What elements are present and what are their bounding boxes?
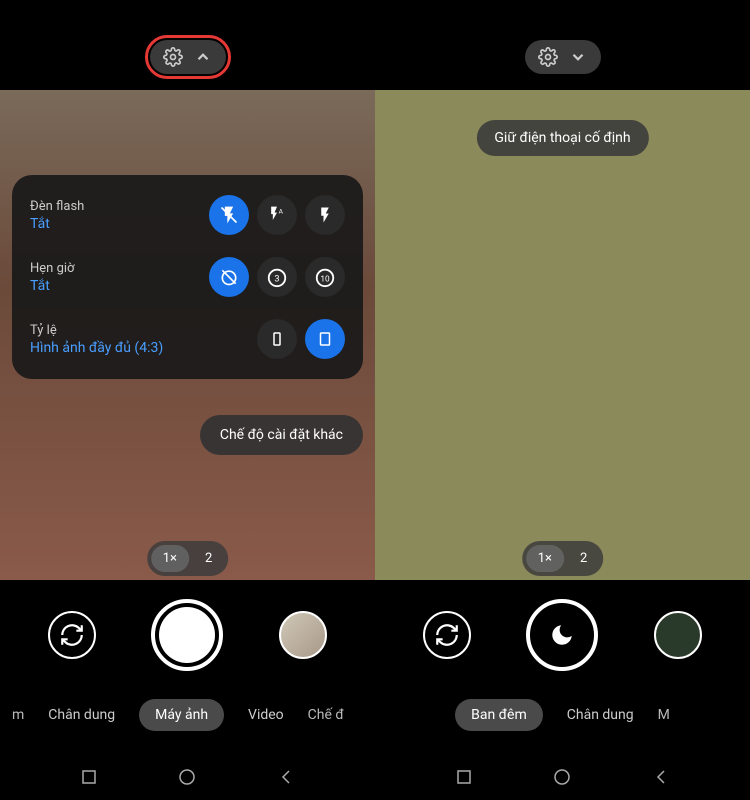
flash-on-button[interactable] [305, 195, 345, 235]
mode-selector[interactable]: Ban đêm Chân dung M [375, 690, 750, 740]
quick-settings-panel: Đèn flash Tắt A Hẹn giờ [12, 175, 363, 379]
svg-text:3: 3 [274, 275, 279, 285]
flash-off-button[interactable] [209, 195, 249, 235]
flash-setting: Đèn flash Tắt A [30, 195, 345, 235]
ratio-narrow-button[interactable] [257, 319, 297, 359]
timer-setting: Hẹn giờ Tắt 3 10 [30, 257, 345, 297]
shutter-button[interactable] [526, 599, 598, 671]
mode-camera[interactable]: Máy ảnh [139, 699, 224, 731]
flip-camera-button[interactable] [423, 611, 471, 659]
mode-partial-end[interactable]: M [658, 707, 670, 723]
gallery-thumbnail-button[interactable] [654, 611, 702, 659]
camera-viewfinder[interactable]: Đèn flash Tắt A Hẹn giờ [0, 90, 375, 580]
camera-viewfinder[interactable]: Giữ điện thoại cố định 1× 2 [375, 90, 750, 580]
flash-value: Tắt [30, 216, 209, 232]
mode-partial-end[interactable]: Chế đ [308, 707, 344, 723]
gallery-thumbnail-button[interactable] [279, 611, 327, 659]
moon-icon [549, 622, 575, 648]
recents-button[interactable] [79, 767, 99, 787]
settings-topbar[interactable] [525, 40, 601, 74]
flash-auto-button[interactable]: A [257, 195, 297, 235]
ratio-setting: Tỷ lệ Hình ảnh đầy đủ (4:3) [30, 319, 345, 359]
gear-icon [162, 46, 184, 68]
mode-portrait[interactable]: Chân dung [48, 707, 115, 723]
ratio-value: Hình ảnh đầy đủ (4:3) [30, 340, 257, 356]
ratio-full-button[interactable] [305, 319, 345, 359]
zoom-1x-button[interactable]: 1× [526, 545, 564, 572]
mode-selector[interactable]: m Chân dung Máy ảnh Video Chế đ [0, 690, 375, 740]
android-navbar [0, 754, 375, 800]
recents-button[interactable] [454, 767, 474, 787]
svg-text:10: 10 [320, 275, 330, 285]
home-button[interactable] [177, 767, 197, 787]
camera-controls [0, 590, 375, 680]
home-button[interactable] [552, 767, 572, 787]
phone-left: Đèn flash Tắt A Hẹn giờ [0, 0, 375, 800]
shutter-button[interactable] [151, 599, 223, 671]
android-navbar [375, 754, 750, 800]
zoom-2x-button[interactable]: 2 [568, 545, 599, 572]
svg-text:A: A [279, 207, 284, 215]
back-button[interactable] [276, 767, 296, 787]
timer-value: Tắt [30, 278, 209, 294]
zoom-1x-button[interactable]: 1× [151, 545, 189, 572]
phone-right: Giữ điện thoại cố định 1× 2 Ban đêm Chân… [375, 0, 750, 800]
mode-partial[interactable]: m [12, 707, 24, 723]
ratio-title: Tỷ lệ [30, 323, 257, 338]
more-settings-button[interactable]: Chế độ cài đặt khác [200, 415, 363, 455]
timer-3s-button[interactable]: 3 [257, 257, 297, 297]
timer-title: Hẹn giờ [30, 261, 209, 276]
gear-icon [537, 46, 559, 68]
mode-night[interactable]: Ban đêm [455, 699, 543, 731]
mode-portrait[interactable]: Chân dung [567, 707, 634, 723]
settings-topbar[interactable] [150, 40, 226, 74]
flash-title: Đèn flash [30, 199, 209, 214]
mode-video[interactable]: Video [248, 707, 284, 723]
zoom-2x-button[interactable]: 2 [193, 545, 224, 572]
camera-controls [375, 590, 750, 680]
chevron-down-icon [567, 46, 589, 68]
chevron-up-icon [192, 46, 214, 68]
back-button[interactable] [651, 767, 671, 787]
flip-camera-button[interactable] [48, 611, 96, 659]
timer-off-button[interactable] [209, 257, 249, 297]
zoom-control[interactable]: 1× 2 [522, 541, 604, 576]
zoom-control[interactable]: 1× 2 [147, 541, 229, 576]
hold-steady-toast: Giữ điện thoại cố định [476, 120, 648, 156]
timer-10s-button[interactable]: 10 [305, 257, 345, 297]
